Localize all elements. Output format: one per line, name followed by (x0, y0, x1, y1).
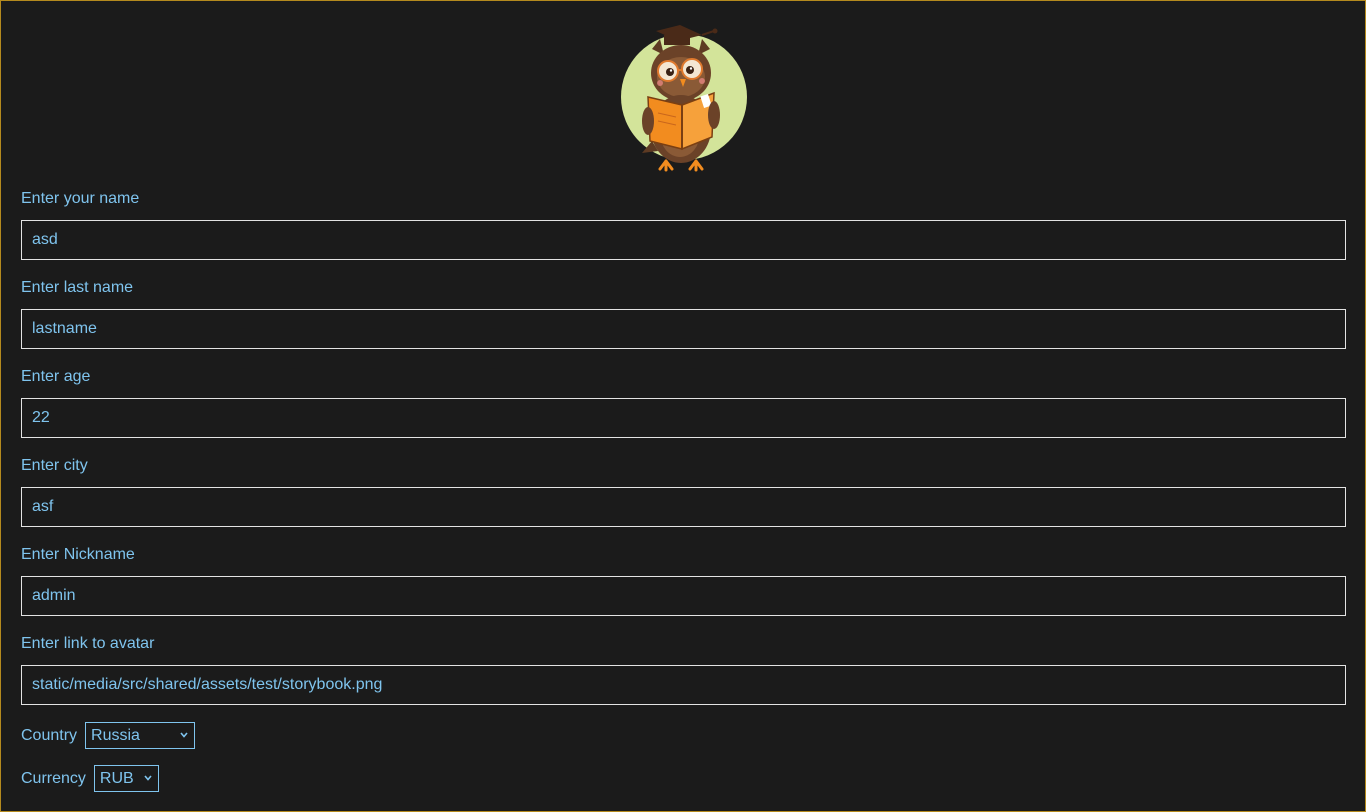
currency-select-value: RUB (99, 769, 134, 787)
name-input[interactable] (21, 220, 1346, 260)
lastname-input[interactable] (21, 309, 1346, 349)
name-field-group: Enter your name (21, 187, 1346, 276)
currency-label: Currency (21, 769, 86, 787)
age-label: Enter age (21, 368, 91, 385)
age-field-group: Enter age (21, 365, 1346, 454)
country-select-group: Country Russia (21, 722, 196, 749)
country-select-value: Russia (91, 726, 140, 744)
nickname-field-group: Enter Nickname (21, 543, 1346, 632)
country-label: Country (21, 726, 78, 744)
city-input[interactable] (21, 487, 1346, 527)
lastname-label: Enter last name (21, 279, 134, 296)
currency-select-group: Currency RUB (21, 765, 159, 792)
profile-form: Enter your name Enter last name Enter ag… (21, 187, 1346, 721)
nickname-input[interactable] (21, 576, 1346, 616)
currency-select[interactable]: RUB (93, 765, 159, 792)
avatar-link-label: Enter link to avatar (21, 635, 155, 652)
avatar (618, 21, 750, 173)
avatar-link-field-group: Enter link to avatar (21, 632, 1346, 721)
avatar-link-input[interactable] (21, 665, 1346, 705)
country-select[interactable]: Russia (85, 722, 196, 749)
nickname-label: Enter Nickname (21, 546, 135, 563)
chevron-down-icon (144, 775, 152, 781)
city-label: Enter city (21, 457, 88, 474)
chevron-down-icon (180, 732, 188, 738)
name-label: Enter your name (21, 190, 140, 207)
age-input[interactable] (21, 398, 1346, 438)
city-field-group: Enter city (21, 454, 1346, 543)
owl-reading-book-icon (621, 25, 747, 172)
profile-card: Enter your name Enter last name Enter ag… (0, 0, 1366, 812)
lastname-field-group: Enter last name (21, 276, 1346, 365)
